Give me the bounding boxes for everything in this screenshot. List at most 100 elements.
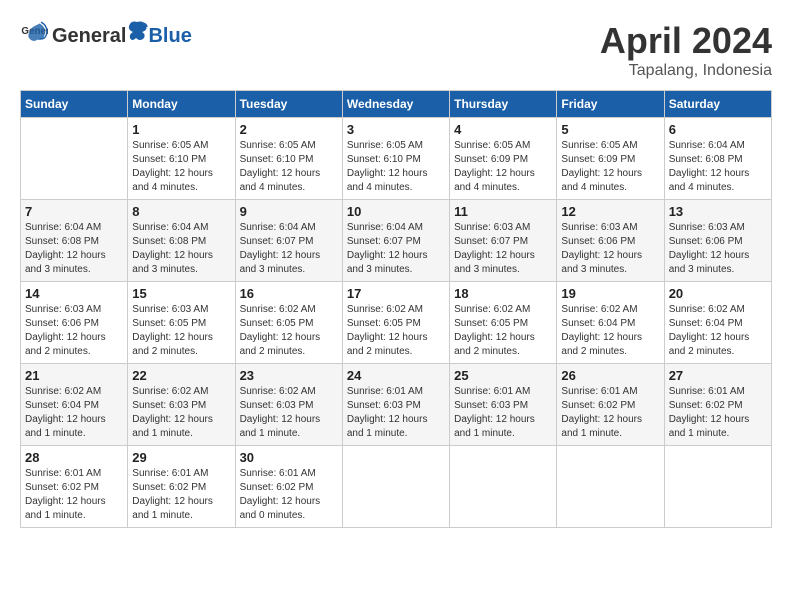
calendar-day-cell	[664, 446, 771, 528]
day-info: Sunrise: 6:01 AM Sunset: 6:02 PM Dayligh…	[25, 467, 123, 523]
day-info: Sunrise: 6:05 AM Sunset: 6:10 PM Dayligh…	[240, 139, 338, 195]
day-info: Sunrise: 6:01 AM Sunset: 6:03 PM Dayligh…	[454, 385, 552, 441]
calendar-day-cell: 25 Sunrise: 6:01 AM Sunset: 6:03 PM Dayli…	[450, 364, 557, 446]
day-number: 27	[669, 368, 767, 383]
day-info: Sunrise: 6:03 AM Sunset: 6:06 PM Dayligh…	[669, 221, 767, 277]
weekday-header-cell: Thursday	[450, 91, 557, 118]
page-header: General General Blue April 2024 Tapalang…	[20, 20, 772, 80]
calendar-day-cell	[21, 118, 128, 200]
calendar-day-cell	[557, 446, 664, 528]
calendar-week-row: 21 Sunrise: 6:02 AM Sunset: 6:04 PM Dayli…	[21, 364, 772, 446]
logo: General General Blue	[20, 20, 192, 48]
day-info: Sunrise: 6:03 AM Sunset: 6:06 PM Dayligh…	[25, 303, 123, 359]
calendar-day-cell: 22 Sunrise: 6:02 AM Sunset: 6:03 PM Dayli…	[128, 364, 235, 446]
calendar-day-cell: 10Sunrise: 6:04 AM Sunset: 6:07 PM Dayli…	[342, 200, 449, 282]
calendar-day-cell	[450, 446, 557, 528]
calendar-day-cell: 13Sunrise: 6:03 AM Sunset: 6:06 PM Dayli…	[664, 200, 771, 282]
logo-blue-text: Blue	[148, 25, 191, 48]
day-info: Sunrise: 6:01 AM Sunset: 6:02 PM Dayligh…	[669, 385, 767, 441]
calendar-day-cell: 4Sunrise: 6:05 AM Sunset: 6:09 PM Daylig…	[450, 118, 557, 200]
calendar-day-cell: 2 Sunrise: 6:05 AM Sunset: 6:10 PM Daylig…	[235, 118, 342, 200]
calendar-week-row: 14 Sunrise: 6:03 AM Sunset: 6:06 PM Dayli…	[21, 282, 772, 364]
day-number: 3	[347, 122, 445, 137]
weekday-header-cell: Saturday	[664, 91, 771, 118]
day-info: Sunrise: 6:01 AM Sunset: 6:03 PM Dayligh…	[347, 385, 445, 441]
calendar-day-cell	[342, 446, 449, 528]
day-number: 19	[561, 286, 659, 301]
day-number: 15	[132, 286, 230, 301]
day-info: Sunrise: 6:05 AM Sunset: 6:09 PM Dayligh…	[561, 139, 659, 195]
day-number: 4	[454, 122, 552, 137]
weekday-header-row: SundayMondayTuesdayWednesdayThursdayFrid…	[21, 91, 772, 118]
calendar-day-cell: 9 Sunrise: 6:04 AM Sunset: 6:07 PM Daylig…	[235, 200, 342, 282]
day-info: Sunrise: 6:01 AM Sunset: 6:02 PM Dayligh…	[132, 467, 230, 523]
day-number: 20	[669, 286, 767, 301]
calendar-week-row: 28 Sunrise: 6:01 AM Sunset: 6:02 PM Dayli…	[21, 446, 772, 528]
calendar-day-cell: 27 Sunrise: 6:01 AM Sunset: 6:02 PM Dayli…	[664, 364, 771, 446]
calendar-table: SundayMondayTuesdayWednesdayThursdayFrid…	[20, 90, 772, 528]
calendar-day-cell: 20Sunrise: 6:02 AM Sunset: 6:04 PM Dayli…	[664, 282, 771, 364]
calendar-day-cell: 8Sunrise: 6:04 AM Sunset: 6:08 PM Daylig…	[128, 200, 235, 282]
day-info: Sunrise: 6:02 AM Sunset: 6:03 PM Dayligh…	[132, 385, 230, 441]
day-number: 14	[25, 286, 123, 301]
day-info: Sunrise: 6:04 AM Sunset: 6:08 PM Dayligh…	[132, 221, 230, 277]
day-number: 9	[240, 204, 338, 219]
calendar-day-cell: 6Sunrise: 6:04 AM Sunset: 6:08 PM Daylig…	[664, 118, 771, 200]
day-number: 11	[454, 204, 552, 219]
title-block: April 2024 Tapalang, Indonesia	[600, 20, 772, 80]
day-info: Sunrise: 6:05 AM Sunset: 6:10 PM Dayligh…	[132, 139, 230, 195]
calendar-day-cell: 7Sunrise: 6:04 AM Sunset: 6:08 PM Daylig…	[21, 200, 128, 282]
calendar-day-cell: 23Sunrise: 6:02 AM Sunset: 6:03 PM Dayli…	[235, 364, 342, 446]
calendar-day-cell: 24 Sunrise: 6:01 AM Sunset: 6:03 PM Dayli…	[342, 364, 449, 446]
weekday-header-cell: Wednesday	[342, 91, 449, 118]
calendar-day-cell: 19 Sunrise: 6:02 AM Sunset: 6:04 PM Dayli…	[557, 282, 664, 364]
day-info: Sunrise: 6:03 AM Sunset: 6:05 PM Dayligh…	[132, 303, 230, 359]
calendar-day-cell: 18 Sunrise: 6:02 AM Sunset: 6:05 PM Dayli…	[450, 282, 557, 364]
day-info: Sunrise: 6:01 AM Sunset: 6:02 PM Dayligh…	[240, 467, 338, 523]
calendar-day-cell: 12Sunrise: 6:03 AM Sunset: 6:06 PM Dayli…	[557, 200, 664, 282]
calendar-day-cell: 1 Sunrise: 6:05 AM Sunset: 6:10 PM Daylig…	[128, 118, 235, 200]
day-number: 17	[347, 286, 445, 301]
day-info: Sunrise: 6:02 AM Sunset: 6:05 PM Dayligh…	[240, 303, 338, 359]
day-number: 28	[25, 450, 123, 465]
day-info: Sunrise: 6:02 AM Sunset: 6:04 PM Dayligh…	[561, 303, 659, 359]
day-info: Sunrise: 6:02 AM Sunset: 6:05 PM Dayligh…	[454, 303, 552, 359]
day-number: 12	[561, 204, 659, 219]
calendar-day-cell: 17 Sunrise: 6:02 AM Sunset: 6:05 PM Dayli…	[342, 282, 449, 364]
day-info: Sunrise: 6:04 AM Sunset: 6:08 PM Dayligh…	[669, 139, 767, 195]
calendar-day-cell: 26Sunrise: 6:01 AM Sunset: 6:02 PM Dayli…	[557, 364, 664, 446]
calendar-week-row: 1 Sunrise: 6:05 AM Sunset: 6:10 PM Daylig…	[21, 118, 772, 200]
day-number: 23	[240, 368, 338, 383]
day-number: 18	[454, 286, 552, 301]
day-number: 10	[347, 204, 445, 219]
day-number: 7	[25, 204, 123, 219]
calendar-day-cell: 11 Sunrise: 6:03 AM Sunset: 6:07 PM Dayli…	[450, 200, 557, 282]
day-number: 24	[347, 368, 445, 383]
day-info: Sunrise: 6:04 AM Sunset: 6:07 PM Dayligh…	[240, 221, 338, 277]
day-info: Sunrise: 6:02 AM Sunset: 6:04 PM Dayligh…	[25, 385, 123, 441]
day-number: 22	[132, 368, 230, 383]
day-number: 16	[240, 286, 338, 301]
day-info: Sunrise: 6:05 AM Sunset: 6:10 PM Dayligh…	[347, 139, 445, 195]
day-number: 21	[25, 368, 123, 383]
logo-general-text: General	[52, 25, 126, 48]
weekday-header-cell: Tuesday	[235, 91, 342, 118]
weekday-header-cell: Friday	[557, 91, 664, 118]
day-number: 5	[561, 122, 659, 137]
day-number: 29	[132, 450, 230, 465]
day-number: 25	[454, 368, 552, 383]
calendar-day-cell: 15 Sunrise: 6:03 AM Sunset: 6:05 PM Dayli…	[128, 282, 235, 364]
calendar-day-cell: 3 Sunrise: 6:05 AM Sunset: 6:10 PM Daylig…	[342, 118, 449, 200]
calendar-day-cell: 28 Sunrise: 6:01 AM Sunset: 6:02 PM Dayli…	[21, 446, 128, 528]
logo-icon: General	[20, 20, 48, 48]
calendar-day-cell: 29 Sunrise: 6:01 AM Sunset: 6:02 PM Dayli…	[128, 446, 235, 528]
day-info: Sunrise: 6:03 AM Sunset: 6:07 PM Dayligh…	[454, 221, 552, 277]
day-info: Sunrise: 6:02 AM Sunset: 6:05 PM Dayligh…	[347, 303, 445, 359]
day-number: 2	[240, 122, 338, 137]
calendar-day-cell: 30 Sunrise: 6:01 AM Sunset: 6:02 PM Dayli…	[235, 446, 342, 528]
logo-bird-icon	[126, 20, 148, 42]
weekday-header-cell: Sunday	[21, 91, 128, 118]
day-number: 30	[240, 450, 338, 465]
day-number: 1	[132, 122, 230, 137]
calendar-body: 1 Sunrise: 6:05 AM Sunset: 6:10 PM Daylig…	[21, 118, 772, 528]
